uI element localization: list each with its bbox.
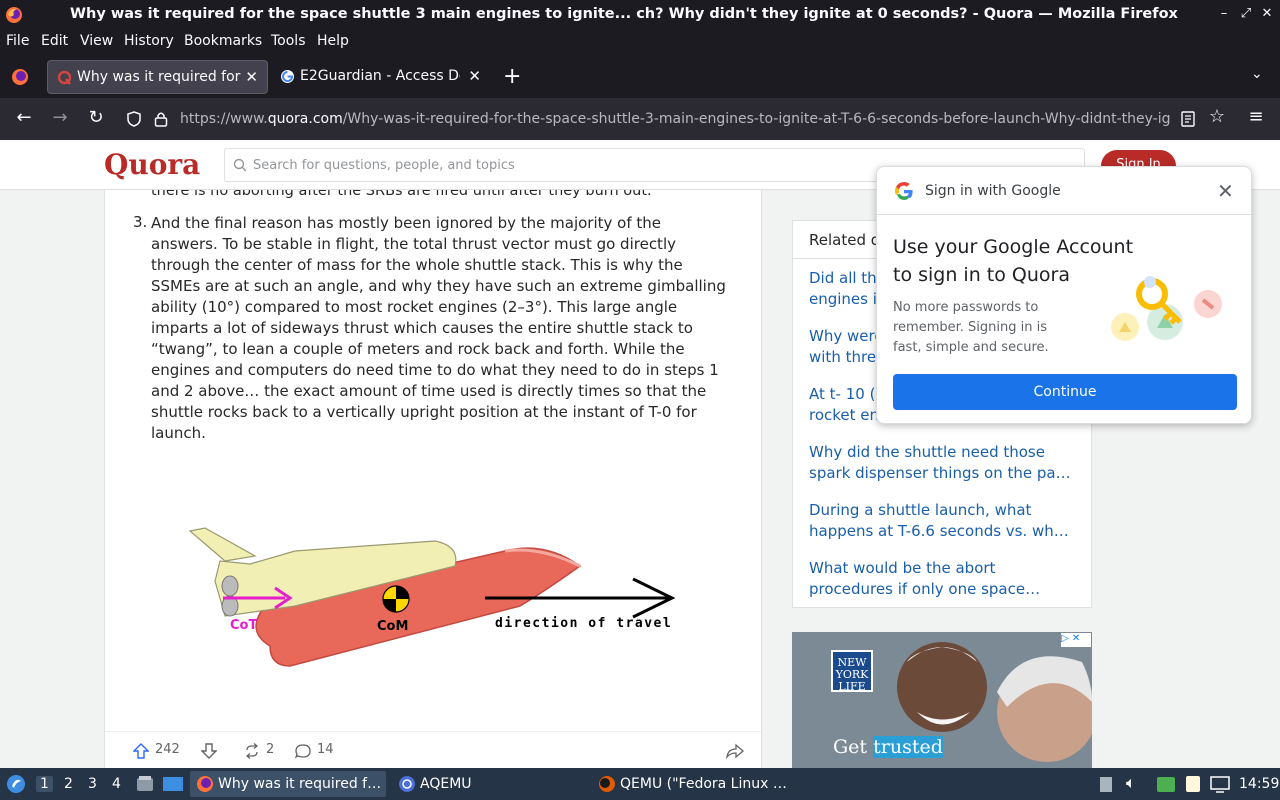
menu-history[interactable]: History (124, 33, 174, 49)
comment-count: 14 (317, 742, 334, 757)
tab-list-chevron-down-icon[interactable]: ⌄ (1251, 66, 1263, 82)
aqemu-icon (399, 776, 415, 792)
related-question-link[interactable]: During a shuttle launch, what happens at… (809, 500, 1077, 542)
hamburger-menu-icon[interactable]: ≡ (1244, 106, 1268, 127)
upvote-count: 242 (155, 742, 180, 757)
task-qemu[interactable]: QEMU ("Fedora Linux … (594, 771, 794, 797)
task-aqemu[interactable]: AQEMU (392, 771, 588, 797)
display-icon[interactable] (1210, 774, 1230, 794)
firefox-icon (197, 776, 213, 792)
forward-arrow-icon[interactable]: → (48, 107, 72, 128)
workspace-2[interactable]: 2 (64, 776, 73, 792)
key-illustration (1111, 276, 1222, 341)
navigation-bar: ← → ↻ https://www.quora.com/Why-was-it-r… (0, 98, 1280, 140)
share-repost-icon[interactable] (244, 743, 260, 759)
google-logo-icon (895, 182, 913, 200)
google-favicon-icon (281, 70, 294, 83)
popup-body-text: No more passwords to remember. Signing i… (893, 300, 1049, 355)
popup-header: Sign in with Google ✕ (877, 167, 1251, 215)
volume-icon[interactable]: 🔈︎ (1126, 773, 1136, 793)
firefox-view-icon[interactable] (11, 68, 29, 86)
task-label: QEMU ("Fedora Linux … (620, 776, 787, 792)
tab-close-icon[interactable]: ✕ (245, 68, 258, 86)
popup-title: Sign in with Google (925, 183, 1061, 199)
tab-close-icon[interactable]: ✕ (468, 67, 481, 85)
task-firefox[interactable]: Why was it required f… (190, 771, 386, 797)
menu-view[interactable]: View (80, 33, 113, 49)
task-label: Why was it required f… (218, 776, 382, 792)
search-placeholder: Search for questions, people, and topics (253, 158, 515, 173)
cot-label: CoT (230, 618, 257, 633)
workspace-3[interactable]: 3 (88, 776, 97, 792)
task-label: AQEMU (420, 776, 472, 792)
start-menu-icon[interactable] (6, 774, 26, 794)
new-york-life-logo: NEW YORK LIFE (831, 650, 873, 693)
google-signin-popup: Sign in with Google ✕ Use your Google Ac… (876, 166, 1252, 424)
tab-strip: Why was it required for the space shuttl… (0, 56, 1280, 98)
qemu-icon (599, 776, 615, 792)
menu-edit[interactable]: Edit (41, 33, 68, 49)
bookmark-star-icon[interactable]: ☆ (1205, 106, 1229, 127)
direction-of-travel-label: direction of travel (495, 616, 672, 631)
window-title: Why was it required for the space shuttl… (70, 6, 1178, 22)
workspace-4[interactable]: 4 (112, 776, 121, 792)
notes-icon[interactable] (1184, 774, 1202, 794)
menu-help[interactable]: Help (317, 33, 349, 49)
network-icon[interactable] (1156, 774, 1176, 794)
answer-card: there is no aborting after the SRBs are … (104, 180, 762, 768)
adchoices-close-icon[interactable]: ▷ ✕ (1061, 633, 1091, 647)
minimize-button[interactable]: – (1215, 5, 1233, 23)
back-arrow-icon[interactable]: ← (12, 107, 36, 128)
clock: 14:59 (1239, 776, 1280, 792)
shield-icon[interactable] (126, 111, 142, 127)
related-question-link[interactable]: Why did the shuttle need those spark dis… (809, 442, 1077, 484)
share-arrow-icon[interactable] (726, 743, 744, 759)
lock-icon[interactable] (154, 111, 168, 127)
clipboard-icon[interactable] (1098, 775, 1114, 793)
list-number: 3. (133, 213, 148, 231)
reload-icon[interactable]: ↻ (84, 107, 108, 128)
continue-button[interactable]: Continue (893, 374, 1237, 410)
maximize-button[interactable]: ⤢ (1237, 5, 1255, 23)
comment-icon[interactable] (295, 743, 311, 759)
tab-label: E2Guardian - Access Denied (300, 68, 460, 84)
reader-view-icon[interactable] (1181, 111, 1195, 127)
tab-quora[interactable]: Why was it required for the space shuttl… (47, 60, 268, 94)
com-label: CoM (377, 619, 408, 634)
url-bar[interactable]: https://www.quora.com/Why-was-it-require… (118, 102, 1243, 136)
menu-bar: File Edit View History Bookmarks Tools H… (0, 30, 1280, 56)
tab-label: Why was it required for the space shuttl… (77, 69, 243, 85)
downvote-icon[interactable] (201, 743, 217, 759)
answer-action-bar: 242 2 14 (105, 731, 761, 768)
menu-bookmarks[interactable]: Bookmarks (184, 33, 262, 49)
new-tab-button[interactable]: + (503, 64, 521, 89)
tab-e2guardian[interactable]: E2Guardian - Access Denied ✕ (271, 60, 492, 94)
shuttle-diagram: CoT CoM direction of travel (188, 527, 676, 667)
file-manager-icon[interactable] (136, 775, 154, 793)
upvote-icon[interactable] (133, 743, 149, 759)
url-text: https://www.quora.com/Why-was-it-require… (180, 111, 1170, 127)
firefox-icon (6, 7, 22, 23)
quora-logo[interactable]: Quora (104, 148, 200, 181)
ad-headline: Get trusted (833, 736, 943, 758)
close-icon[interactable]: ✕ (1217, 179, 1234, 203)
menu-tools[interactable]: Tools (271, 33, 306, 49)
answer-paragraph: And the final reason has mostly been ign… (151, 214, 726, 442)
search-icon (233, 158, 247, 172)
share-count: 2 (266, 742, 275, 757)
page-viewport: Quora Search for questions, people, and … (0, 140, 1280, 768)
taskbar: 1 2 3 4 Why was it required f… AQEMU QEM… (0, 768, 1280, 800)
related-question-link[interactable]: What would be the abort procedures if on… (809, 558, 1077, 600)
show-desktop-icon[interactable] (162, 775, 184, 793)
close-window-button[interactable]: ✕ (1258, 5, 1276, 23)
workspace-1[interactable]: 1 (36, 776, 53, 792)
quora-favicon-icon (57, 70, 72, 85)
menu-file[interactable]: File (6, 33, 29, 49)
window-titlebar: Why was it required for the space shuttl… (0, 0, 1280, 30)
advertisement[interactable]: NEW YORK LIFE Get trusted ▷ ✕ (792, 632, 1092, 768)
